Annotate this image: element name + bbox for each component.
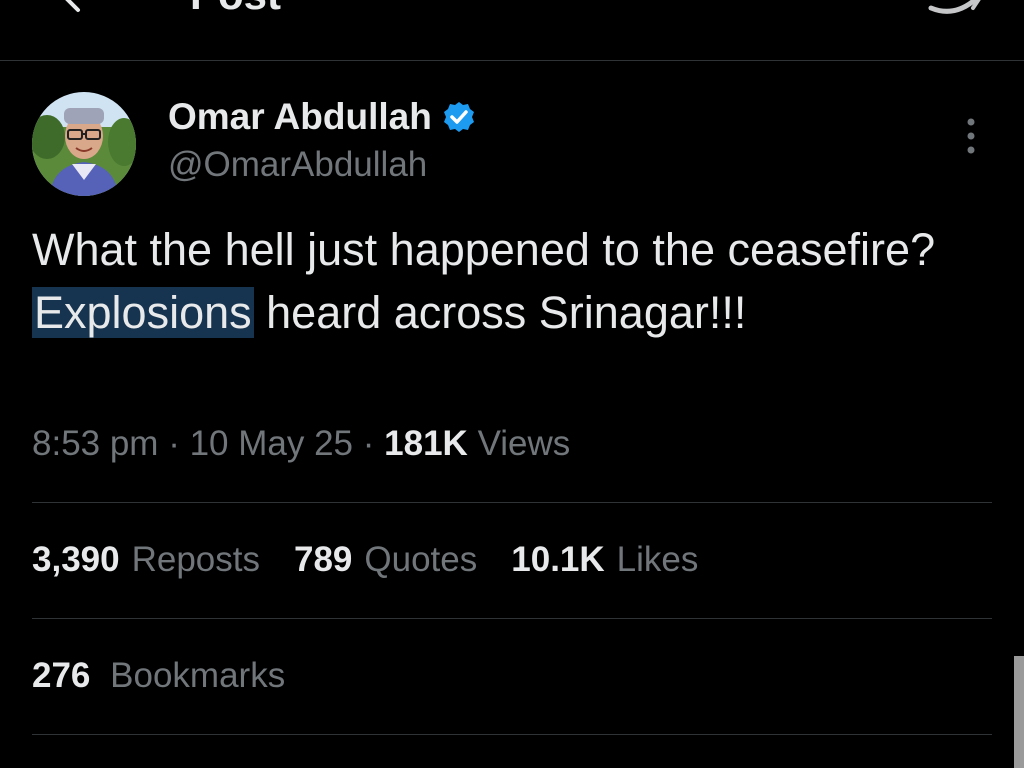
verified-badge-icon[interactable] [442, 100, 476, 134]
page-title: Post [190, 0, 281, 16]
quotes-label: Quotes [364, 540, 478, 579]
divider [32, 502, 992, 503]
likes-count: 10.1K [511, 540, 605, 579]
arrow-left-icon[interactable] [52, 0, 92, 16]
reposts-count: 3,390 [32, 540, 120, 579]
tweet-text-part-2: heard across Srinagar!!! [266, 287, 747, 338]
reply-icon[interactable] [925, 0, 989, 18]
avatar[interactable] [32, 92, 136, 196]
bookmarks-label: Bookmarks [110, 656, 286, 695]
more-options-icon[interactable] [958, 116, 984, 156]
tweet-meta: 8:53 pm · 10 May 25 · 181K Views [32, 424, 570, 464]
tweet-time[interactable]: 8:53 pm [32, 424, 158, 463]
tweet-text: What the hell just happened to the cease… [32, 218, 972, 344]
divider [32, 618, 992, 619]
post-page: Post Omar Abdullah [0, 0, 1024, 768]
reposts-label: Reposts [131, 540, 260, 579]
scrollbar[interactable] [1014, 656, 1024, 768]
views-count: 181K [384, 424, 468, 463]
reposts-stat[interactable]: 3,390 Reposts [32, 540, 260, 580]
separator-dot: · [362, 424, 385, 463]
engagement-stats: 3,390 Reposts 789 Quotes 10.1K Likes [32, 540, 732, 580]
author-name[interactable]: Omar Abdullah [168, 96, 476, 138]
divider [32, 734, 992, 735]
views-label: Views [477, 424, 571, 463]
separator-dot: · [168, 424, 190, 463]
tweet-text-part-1: What the hell just happened to the cease… [32, 224, 936, 275]
quotes-stat[interactable]: 789 Quotes [294, 540, 477, 580]
bookmarks-stat[interactable]: 276 Bookmarks [32, 656, 285, 696]
likes-label: Likes [616, 540, 699, 579]
display-name-text: Omar Abdullah [168, 96, 432, 137]
top-bar: Post [0, 0, 1024, 61]
likes-stat[interactable]: 10.1K Likes [511, 540, 698, 580]
quotes-count: 789 [294, 540, 353, 579]
highlighted-word: Explosions [32, 287, 254, 338]
tweet-date[interactable]: 10 May 25 [190, 424, 353, 463]
bookmarks-count: 276 [32, 656, 91, 695]
author-handle[interactable]: @OmarAbdullah [168, 145, 427, 185]
